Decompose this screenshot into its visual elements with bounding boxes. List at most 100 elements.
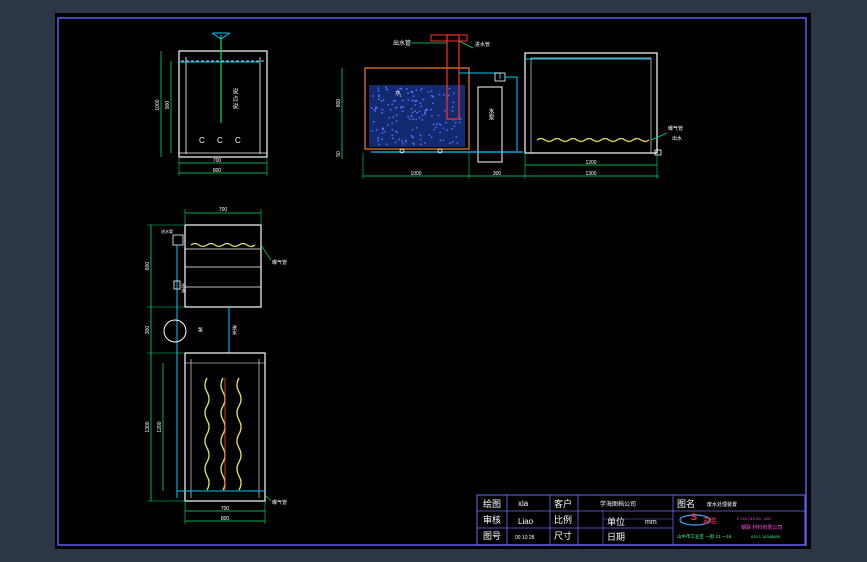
media-dot xyxy=(424,111,426,114)
media-dot xyxy=(437,114,440,117)
tb-company-line4: 020 1 16345655 xyxy=(751,534,781,539)
media-dot xyxy=(395,120,398,122)
media-dot xyxy=(451,141,454,143)
media-dot xyxy=(402,142,404,145)
media-dot xyxy=(385,88,388,91)
media-dot xyxy=(435,126,437,129)
tb-number-value: 00 10 28 xyxy=(515,535,535,541)
tb-unit-value: mm xyxy=(645,519,657,526)
media-dot xyxy=(372,95,375,97)
media-dot xyxy=(419,134,422,137)
plan-dim-inner-lower: 1200 xyxy=(157,421,163,432)
media-dot xyxy=(411,136,414,138)
plan-dim-top-width: 700 xyxy=(219,207,228,213)
media-dot xyxy=(439,131,441,134)
plan-view: 曝气管 进水管 出水 泵 进水 曝气管 700 700 800 800 300 … xyxy=(145,207,287,524)
media-dot xyxy=(413,143,415,146)
media-dot xyxy=(400,87,403,90)
side-tank-media xyxy=(369,85,465,147)
media-dot xyxy=(401,99,404,102)
side-dim-height-top: 800 xyxy=(336,99,342,108)
media-dot xyxy=(377,139,380,142)
side-outlet-label: 出水 xyxy=(672,135,682,142)
plan-dim-left-lower: 1300 xyxy=(145,421,151,432)
media-dot xyxy=(447,94,450,97)
media-dot xyxy=(426,108,428,111)
tb-logo-text: 君胜 xyxy=(703,516,717,525)
media-dot xyxy=(400,105,403,108)
front-dim-height-outer: 1000 xyxy=(155,99,161,110)
tb-unit-label: 单位 xyxy=(607,516,625,527)
media-dot xyxy=(428,134,431,136)
media-dot xyxy=(391,134,393,137)
media-dot xyxy=(455,136,458,138)
side-dim-tank-width: 1000 xyxy=(410,171,421,177)
media-dot xyxy=(449,142,451,145)
media-dot xyxy=(414,100,417,103)
media-dot xyxy=(394,141,397,144)
media-dot xyxy=(421,119,424,121)
media-dot xyxy=(427,91,430,93)
plan-aerator-label-lower: 曝气管 xyxy=(272,499,287,506)
media-dot xyxy=(381,138,383,140)
media-dot xyxy=(421,114,424,117)
media-dot xyxy=(436,123,438,125)
front-diffuser-2: C xyxy=(217,136,223,145)
media-dot xyxy=(373,108,376,111)
plan-dim-left-upper: 800 xyxy=(145,262,151,271)
media-dot xyxy=(370,130,373,132)
media-dot xyxy=(385,86,387,88)
side-pipe-label-left: 出水管 xyxy=(393,39,411,47)
side-view: 水 出水管 进水管 水泵 曝气管 出水 800 50 1000 300 1200… xyxy=(336,34,683,179)
media-dot xyxy=(432,95,435,98)
media-dot xyxy=(407,99,410,101)
media-dot xyxy=(378,143,381,146)
media-dot xyxy=(392,116,395,119)
media-dot xyxy=(430,90,433,93)
tb-check-value: Liao xyxy=(518,517,534,526)
front-dim-outer-width: 800 xyxy=(213,168,222,174)
plan-aerator-coil-1 xyxy=(204,377,210,491)
side-pump-label: 水泵 xyxy=(487,107,494,120)
media-dot xyxy=(454,122,457,124)
tb-number-label: 图号 xyxy=(483,531,501,541)
front-dim-inner-width: 700 xyxy=(213,158,222,164)
media-dot xyxy=(378,98,380,101)
media-dot xyxy=(395,114,398,117)
media-dot xyxy=(433,128,435,131)
media-dot xyxy=(416,111,419,114)
svg-text:S: S xyxy=(691,512,697,522)
media-dot xyxy=(453,125,456,128)
media-dot xyxy=(407,92,409,95)
tb-client-value: 学海图档公司 xyxy=(600,500,636,508)
media-dot xyxy=(458,121,461,124)
media-dot xyxy=(430,108,432,111)
media-dot xyxy=(419,102,422,105)
media-dot xyxy=(377,90,380,92)
media-dot xyxy=(420,143,422,146)
media-dot xyxy=(374,106,377,109)
media-dot xyxy=(448,87,451,90)
tb-scale-label: 比例 xyxy=(554,514,572,525)
media-dot xyxy=(392,137,394,140)
media-dot xyxy=(412,118,414,120)
tb-drawing-name-value: 废水处理装置 xyxy=(707,501,737,508)
media-dot xyxy=(385,143,388,146)
media-dot xyxy=(459,118,462,121)
plan-small-label: 进水管 xyxy=(161,228,173,234)
media-dot xyxy=(432,123,435,126)
media-dot xyxy=(419,89,422,91)
media-dot xyxy=(378,94,380,97)
media-dot xyxy=(389,108,392,111)
media-dot xyxy=(411,111,414,114)
media-dot xyxy=(419,138,422,141)
media-dot xyxy=(438,123,441,125)
front-diffuser-1: C xyxy=(199,136,205,145)
front-vertical-label: 说 点 说 xyxy=(231,87,238,110)
cad-viewport: C C C 说 点 说 700 800 1000 900 水 出水管 进水管 水… xyxy=(0,0,867,562)
plan-dim-left-mid: 300 xyxy=(145,326,151,335)
company-logo: S 君胜 xyxy=(679,512,717,526)
tb-date-label: 日期 xyxy=(607,532,625,542)
media-dot xyxy=(414,104,417,106)
media-dot xyxy=(445,121,447,124)
